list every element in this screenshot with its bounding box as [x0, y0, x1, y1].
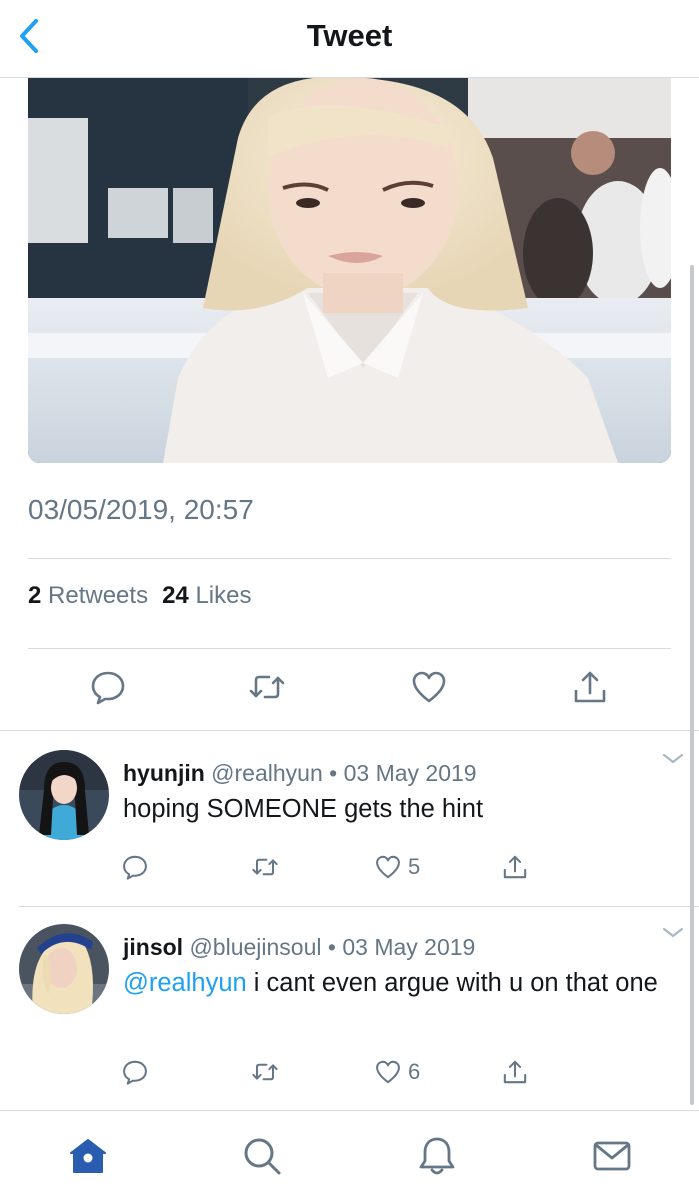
- like-count: 24: [162, 582, 189, 609]
- tab-search[interactable]: [241, 1135, 283, 1177]
- reply-header: jinsol @bluejinsoul • 03 May 2019: [123, 934, 475, 961]
- reply-date: 03 May 2019: [342, 934, 476, 960]
- retweet-button[interactable]: [245, 665, 289, 709]
- reply-item[interactable]: jinsol @bluejinsoul • 03 May 2019 @realh…: [0, 906, 699, 1110]
- like-label: Likes: [195, 582, 252, 609]
- reply-author-handle[interactable]: @realhyun: [211, 760, 323, 786]
- reply-author-name[interactable]: jinsol: [123, 934, 183, 960]
- page-title: Tweet: [306, 18, 393, 53]
- heart-icon: [412, 671, 446, 703]
- reply-icon: [123, 1060, 147, 1085]
- retweet-label: Retweets: [48, 582, 149, 609]
- reply-text: hoping SOMEONE gets the hint: [123, 795, 484, 823]
- chevron-down-icon[interactable]: [662, 752, 684, 766]
- like-button[interactable]: [407, 665, 451, 709]
- reply-date: 03 May 2019: [343, 760, 477, 786]
- bell-icon: [419, 1137, 455, 1175]
- reply-author-handle[interactable]: @bluejinsoul: [189, 934, 321, 960]
- bottom-tab-bar: [0, 1110, 699, 1200]
- reply-button[interactable]: [119, 1053, 151, 1091]
- divider: [28, 558, 671, 559]
- reply-icon: [123, 855, 147, 880]
- reply-icon: [91, 671, 125, 705]
- divider: [28, 648, 671, 649]
- share-icon: [574, 671, 606, 703]
- avatar[interactable]: [19, 750, 109, 840]
- like-count: 6: [408, 1059, 421, 1084]
- reply-body: i cant even argue with u on that one: [253, 969, 658, 997]
- heart-icon: [376, 1060, 400, 1084]
- like-button[interactable]: 5: [372, 848, 420, 886]
- home-icon: [70, 1139, 106, 1173]
- avatar[interactable]: [19, 924, 109, 1014]
- retweet-count: 2: [28, 582, 42, 609]
- separator-dot: •: [329, 760, 338, 786]
- like-button[interactable]: 6: [372, 1053, 420, 1091]
- reply-header: hyunjin @realhyun • 03 May 2019: [123, 760, 477, 787]
- search-icon: [244, 1138, 281, 1175]
- retweet-button[interactable]: [249, 848, 281, 886]
- retweets-stat[interactable]: 2 Retweets: [28, 582, 148, 609]
- share-button[interactable]: [499, 848, 531, 886]
- reply-actions: 6: [0, 1053, 699, 1093]
- tweet-stats: 2 Retweets 24 Likes: [28, 582, 251, 610]
- tweet-actions: [0, 665, 699, 713]
- retweet-icon: [249, 675, 285, 699]
- share-icon: [503, 855, 527, 879]
- likes-stat[interactable]: 24 Likes: [162, 582, 251, 609]
- tab-messages[interactable]: [591, 1135, 633, 1177]
- retweet-icon: [252, 858, 278, 876]
- like-count: 5: [408, 854, 421, 879]
- tab-home[interactable]: [67, 1135, 109, 1177]
- share-icon: [503, 1060, 527, 1084]
- header: Tweet: [0, 0, 699, 78]
- heart-icon: [376, 855, 400, 879]
- mention-link[interactable]: @realhyun: [123, 969, 247, 997]
- envelope-icon: [593, 1141, 631, 1171]
- separator-dot: •: [327, 934, 336, 960]
- chevron-down-icon[interactable]: [662, 926, 684, 940]
- scrollbar[interactable]: [690, 265, 694, 1105]
- retweet-button[interactable]: [249, 1053, 281, 1091]
- share-button[interactable]: [568, 665, 612, 709]
- tweet-photo[interactable]: [28, 78, 671, 463]
- reply-actions: 5: [0, 848, 699, 888]
- reply-button[interactable]: [119, 848, 151, 886]
- reply-item[interactable]: hyunjin @realhyun • 03 May 2019 hoping S…: [0, 730, 699, 906]
- reply-text: @realhyun i cant even argue with u on th…: [123, 966, 668, 1000]
- retweet-icon: [252, 1063, 278, 1081]
- share-button[interactable]: [499, 1053, 531, 1091]
- tweet-timestamp: 03/05/2019, 20:57: [28, 494, 254, 525]
- reply-author-name[interactable]: hyunjin: [123, 760, 205, 786]
- tab-notifications[interactable]: [416, 1135, 458, 1177]
- reply-button[interactable]: [86, 665, 130, 709]
